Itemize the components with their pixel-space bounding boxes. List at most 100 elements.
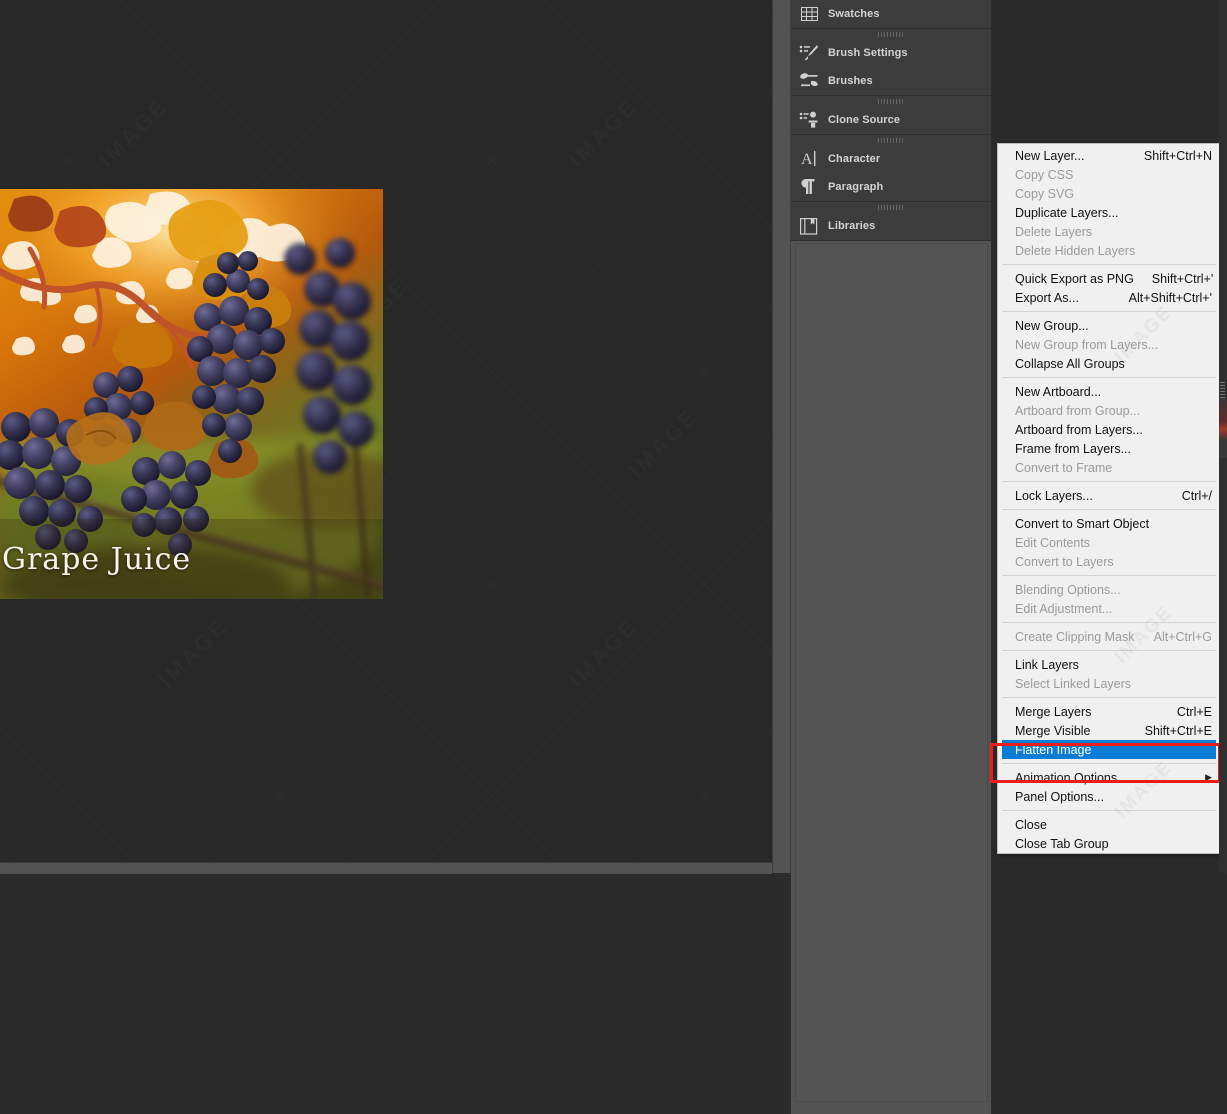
right-edge-grip-dots	[1220, 382, 1225, 400]
menu-item-label: Quick Export as PNG	[1015, 271, 1134, 286]
menu-item-new-layer[interactable]: New Layer... Shift+Ctrl+N	[998, 146, 1220, 165]
canvas-watermark-text: IMAGE	[564, 613, 644, 693]
menu-item-label: Close	[1015, 817, 1047, 832]
collapsed-panel-dock: Swatches Brush Settings Brushes Clone So…	[790, 0, 991, 1114]
dock-item-libraries[interactable]: Libraries	[791, 212, 991, 240]
layers-panel-context-menu[interactable]: IMAGE IMAGE IMAGE New Layer...Shift+Ctrl…	[997, 143, 1221, 854]
menu-item-copy-svg: Copy SVG	[998, 184, 1220, 203]
menu-item-label: Blending Options...	[1015, 582, 1121, 597]
libraries-book-icon	[796, 215, 822, 237]
menu-item-new-group[interactable]: New Group...	[998, 316, 1220, 335]
menu-separator	[1002, 575, 1216, 576]
menu-item-close[interactable]: Close	[998, 815, 1220, 834]
menu-item-link-layers[interactable]: Link Layers	[998, 655, 1220, 674]
menu-item-label: Merge Layers	[1015, 704, 1092, 719]
dock-group: Brush Settings Brushes	[791, 29, 991, 96]
menu-item-collapse-all-groups[interactable]: Collapse All Groups	[998, 354, 1220, 373]
dock-item-brush-settings[interactable]: Brush Settings	[791, 39, 991, 67]
menu-item-animation-options[interactable]: Animation Options ▶	[998, 768, 1220, 787]
dock-item-swatches[interactable]: Swatches	[791, 0, 991, 28]
menu-item-frame-from-layers[interactable]: Frame from Layers...	[998, 439, 1220, 458]
dock-item-paragraph[interactable]: Paragraph	[791, 173, 991, 201]
panel-drag-grip[interactable]	[791, 202, 991, 212]
dock-item-brushes[interactable]: Brushes	[791, 67, 991, 95]
dock-item-label: Brushes	[828, 75, 873, 87]
menu-item-shortcut: Shift+Ctrl+N	[1143, 148, 1212, 163]
menu-separator	[1002, 622, 1216, 623]
menu-item-label: Lock Layers...	[1015, 488, 1093, 503]
dock-item-character[interactable]: A Character	[791, 145, 991, 173]
menu-item-flatten-image[interactable]: Flatten Image	[1002, 740, 1216, 759]
document-image[interactable]: Grape Juice	[0, 189, 383, 599]
dock-empty-area[interactable]	[791, 241, 991, 1114]
menu-item-convert-to-smart-object[interactable]: Convert to Smart Object	[998, 514, 1220, 533]
menu-item-delete-layers: Delete Layers	[998, 222, 1220, 241]
menu-item-label: Select Linked Layers	[1015, 676, 1132, 691]
menu-item-lock-layers[interactable]: Lock Layers... Ctrl+/	[998, 486, 1220, 505]
dock-item-label: Paragraph	[828, 181, 884, 193]
dock-group: Clone Source	[791, 96, 991, 135]
menu-item-label: New Group...	[1015, 318, 1089, 333]
menu-item-label: New Artboard...	[1015, 384, 1102, 399]
image-caption-text: Grape Juice	[2, 542, 192, 577]
canvas-right-scroll-strip[interactable]	[772, 0, 792, 873]
menu-item-label: Panel Options...	[1015, 789, 1104, 804]
menu-item-label: Artboard from Group...	[1015, 403, 1141, 418]
menu-item-close-tab-group[interactable]: Close Tab Group	[998, 834, 1220, 853]
menu-item-edit-contents: Edit Contents	[998, 533, 1220, 552]
dock-group-list: Swatches Brush Settings Brushes Clone So…	[791, 0, 991, 241]
canvas-watermark-text: IMAGE	[94, 93, 174, 173]
dock-item-label: Character	[828, 153, 881, 165]
menu-item-merge-visible[interactable]: Merge Visible Shift+Ctrl+E	[998, 721, 1220, 740]
menu-item-convert-to-layers: Convert to Layers	[998, 552, 1220, 571]
menu-item-create-clipping-mask: Create Clipping Mask Alt+Ctrl+G	[998, 627, 1220, 646]
menu-item-convert-to-frame: Convert to Frame	[998, 458, 1220, 477]
panel-drag-grip[interactable]	[791, 29, 991, 39]
canvas-watermark-text: IMAGE	[624, 403, 704, 483]
menu-item-label: Close Tab Group	[1015, 836, 1109, 851]
dock-empty-inner	[795, 243, 988, 1102]
menu-item-label: Merge Visible	[1015, 723, 1091, 738]
menu-separator	[1002, 697, 1216, 698]
menu-item-select-linked-layers: Select Linked Layers	[998, 674, 1220, 693]
dock-item-label: Clone Source	[828, 114, 901, 126]
menu-item-export-as[interactable]: Export As... Alt+Shift+Ctrl+'	[998, 288, 1220, 307]
menu-separator	[1002, 264, 1216, 265]
menu-item-shortcut: Shift+Ctrl+E	[1144, 723, 1212, 738]
dock-group: Swatches	[791, 0, 991, 29]
panel-drag-grip[interactable]	[791, 96, 991, 106]
menu-item-shortcut: Shift+Ctrl+'	[1151, 271, 1214, 286]
canvas-watermark-text: IMAGE	[564, 93, 644, 173]
menu-item-label: Convert to Layers	[1015, 554, 1114, 569]
menu-item-new-artboard[interactable]: New Artboard...	[998, 382, 1220, 401]
character-a-icon: A	[796, 148, 822, 170]
menu-separator	[1002, 311, 1216, 312]
dock-group: Libraries	[791, 202, 991, 241]
brushes-icon	[796, 70, 822, 92]
dock-item-label: Brush Settings	[828, 47, 908, 59]
menu-item-panel-options[interactable]: Panel Options...	[998, 787, 1220, 806]
menu-item-shortcut: Alt+Shift+Ctrl+'	[1128, 290, 1212, 305]
menu-separator	[1002, 481, 1216, 482]
menu-item-label: New Layer...	[1015, 148, 1085, 163]
menu-item-artboard-from-layers[interactable]: Artboard from Layers...	[998, 420, 1220, 439]
canvas-area[interactable]: IMAGE IMAGE IMAGE IMAGE IMAGE IMAGE	[0, 0, 772, 862]
menu-item-label: Flatten Image	[1015, 742, 1092, 757]
menu-item-label: Animation Options	[1015, 770, 1118, 785]
menu-item-duplicate-layers[interactable]: Duplicate Layers...	[998, 203, 1220, 222]
photoshop-window: IMAGE IMAGE IMAGE IMAGE IMAGE IMAGE	[0, 0, 1227, 1114]
menu-item-label: Convert to Smart Object	[1015, 516, 1150, 531]
menu-separator	[1002, 810, 1216, 811]
menu-item-new-group-from-layers: New Group from Layers...	[998, 335, 1220, 354]
menu-item-label: Duplicate Layers...	[1015, 205, 1119, 220]
dock-group: A Character Paragraph	[791, 135, 991, 202]
clone-source-stamp-icon	[796, 109, 822, 131]
canvas-bottom-scroll-strip[interactable]	[0, 862, 772, 874]
chevron-right-icon: ▶	[1205, 772, 1212, 782]
dock-item-clone-source[interactable]: Clone Source	[791, 106, 991, 134]
panel-drag-grip[interactable]	[791, 135, 991, 145]
menu-item-quick-export-as-png[interactable]: Quick Export as PNG Shift+Ctrl+'	[998, 269, 1220, 288]
dock-item-label: Swatches	[828, 8, 880, 20]
menu-item-shortcut: Ctrl+/	[1181, 488, 1212, 503]
menu-item-merge-layers[interactable]: Merge Layers Ctrl+E	[998, 702, 1220, 721]
